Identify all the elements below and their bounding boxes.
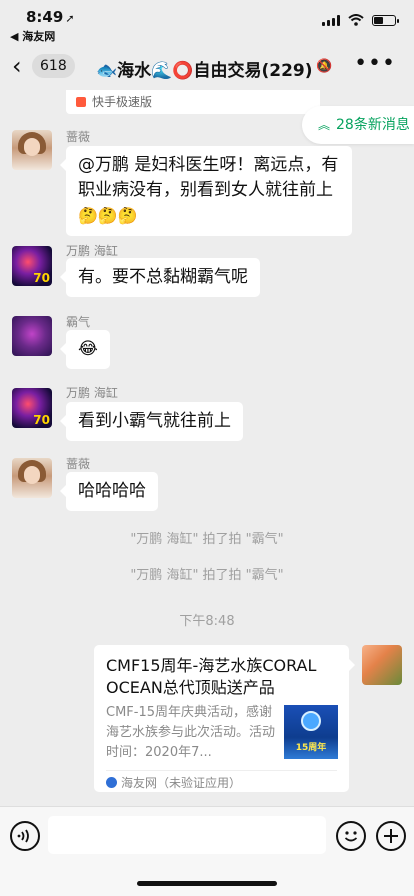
more-dots-icon[interactable]: ••• — [354, 53, 396, 75]
app-source-icon — [106, 777, 117, 788]
kuaishou-icon — [76, 97, 86, 107]
mute-bell-icon: 🔕 — [316, 59, 333, 74]
battery-icon — [372, 14, 399, 26]
emoji-icon[interactable] — [336, 821, 366, 851]
input-bar — [0, 806, 414, 896]
pat-notice: "万鹏 海缸" 拍了拍 "霸气" — [130, 532, 284, 547]
sender-name: 霸气 — [66, 315, 91, 329]
status-bar: 8:49 ➚ ◀ 海友网 — [0, 0, 414, 44]
card-thumbnail: 15周年 — [284, 705, 338, 759]
card-description: CMF-15周年庆典活动，感谢海艺水族参与此次活动。活动时间：2020年7... — [106, 705, 276, 760]
chat-title: 🐟海水🌊⭕自由交易(229) — [96, 61, 313, 81]
message-input[interactable] — [48, 816, 326, 854]
message-list[interactable]: 快手极速版 ︽ 28条新消息 蔷薇 @万鹏 是妇科医生呀！离远点，有职业病没有，别… — [0, 90, 414, 806]
pat-notice: "万鹏 海缸" 拍了拍 "霸气" — [130, 568, 284, 583]
location-arrow-icon: ➚ — [65, 12, 75, 25]
double-chevron-up-icon: ︽ — [318, 118, 331, 132]
sender-name: 万鹏 海缸 — [66, 244, 118, 258]
avatar[interactable] — [12, 458, 52, 498]
signal-icon — [322, 14, 340, 26]
quoted-app-strip[interactable]: 快手极速版 — [66, 90, 320, 114]
chat-header: ‹ 618 🐟海水🌊⭕自由交易(229) 🔕 ••• — [0, 44, 414, 90]
sender-name: 万鹏 海缸 — [66, 386, 118, 400]
sender-name: 蔷薇 — [66, 457, 91, 471]
home-indicator — [137, 881, 277, 886]
avatar[interactable]: 70 — [12, 388, 52, 428]
link-card[interactable]: CMF15周年-海艺水族CORAL OCEAN总代顶贴送产品 CMF-15周年庆… — [94, 645, 355, 792]
message-bubble[interactable]: 哈哈哈哈 — [60, 472, 158, 511]
divider — [106, 770, 337, 771]
voice-icon[interactable] — [10, 821, 40, 851]
status-icons — [322, 14, 399, 26]
plus-icon[interactable] — [376, 821, 406, 851]
avatar[interactable]: 70 — [12, 246, 52, 286]
chevron-left-icon[interactable]: ‹ — [12, 54, 22, 78]
card-source: 海友网（未验证应用） — [106, 774, 241, 791]
avatar[interactable] — [12, 316, 52, 356]
wifi-icon — [348, 14, 364, 26]
sender-name: 蔷薇 — [66, 130, 91, 144]
message-bubble[interactable]: 看到小霸气就往前上 — [60, 402, 243, 441]
avatar[interactable] — [12, 130, 52, 170]
message-bubble[interactable]: 有。要不总黏糊霸气呢 — [60, 258, 260, 297]
my-avatar[interactable] — [362, 645, 402, 685]
back-to-app-link[interactable]: ◀ 海友网 — [10, 28, 55, 44]
status-time: 8:49 ➚ — [26, 8, 75, 26]
message-bubble[interactable]: @万鹏 是妇科医生呀！离远点，有职业病没有，别看到女人就往前上 🤔🤔🤔 — [60, 146, 352, 236]
message-bubble[interactable]: 😂 — [60, 330, 110, 369]
timestamp: 下午8:48 — [179, 614, 235, 629]
new-messages-button[interactable]: ︽ 28条新消息 — [302, 106, 414, 144]
unread-count-badge[interactable]: 618 — [32, 54, 75, 78]
card-title: CMF15周年-海艺水族CORAL OCEAN总代顶贴送产品 — [106, 656, 317, 697]
